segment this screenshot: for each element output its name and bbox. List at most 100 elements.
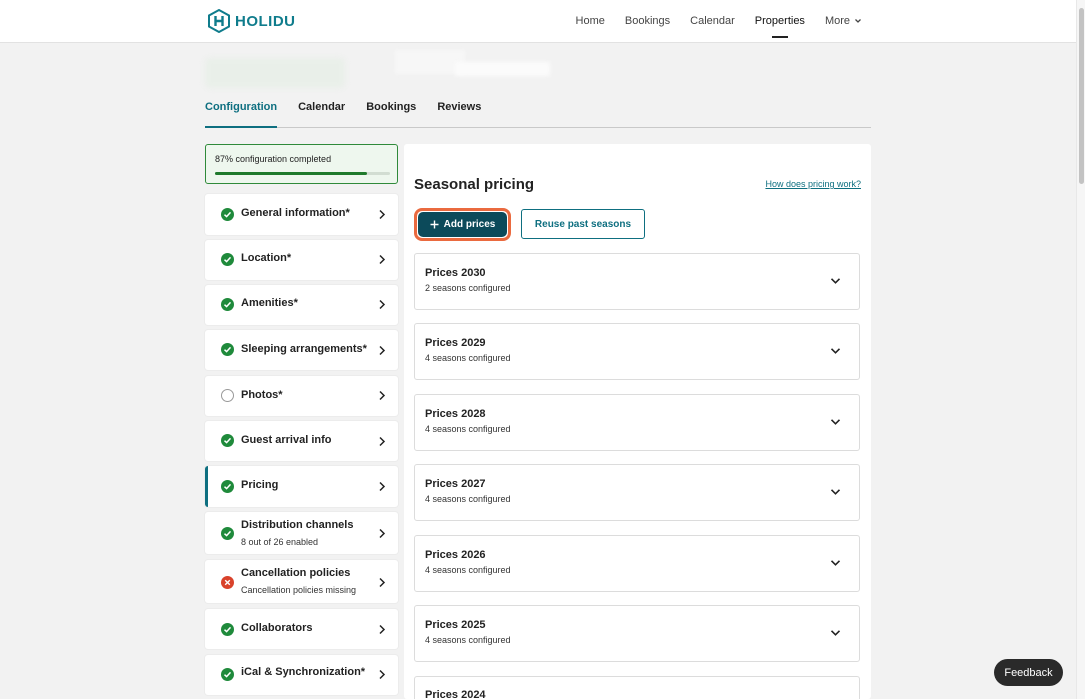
sidebar-item-sublabel: Cancellation policies missing — [241, 585, 357, 595]
year-seasons-count: 4 seasons configured — [425, 635, 511, 645]
year-seasons-count: 4 seasons configured — [425, 424, 511, 434]
sidebar-item-label: Amenities* — [241, 297, 298, 309]
chevron-right-icon — [379, 345, 386, 356]
sidebar-item-photos[interactable]: Photos* — [205, 376, 398, 416]
chevron-right-icon — [379, 528, 386, 539]
check-circle-icon — [221, 253, 234, 266]
sidebar-item-label: Photos* — [241, 389, 283, 401]
chevron-right-icon — [379, 624, 386, 635]
holidu-logo-icon — [208, 9, 230, 33]
chevron-down-icon[interactable] — [830, 559, 841, 567]
prices-year-2028[interactable]: Prices 2028 4 seasons configured — [414, 394, 860, 451]
add-prices-label: Add prices — [443, 219, 496, 230]
prices-year-2029[interactable]: Prices 2029 4 seasons configured — [414, 323, 860, 380]
year-title: Prices 2030 — [425, 267, 486, 279]
sidebar-item-sublabel: 8 out of 26 enabled — [241, 537, 319, 547]
check-circle-icon — [221, 480, 234, 493]
check-circle-icon — [221, 343, 234, 356]
sidebar-item-pricing[interactable]: Pricing — [205, 466, 398, 507]
sidebar-item-location[interactable]: Location* — [205, 240, 398, 280]
top-navigation: HOLIDU Home Bookings Calendar Properties… — [0, 0, 1076, 43]
prices-year-2024[interactable]: Prices 2024 — [414, 676, 860, 699]
scrollbar-thumb[interactable] — [1079, 8, 1084, 184]
check-circle-icon — [221, 527, 234, 540]
chevron-right-icon — [379, 436, 386, 447]
tab-calendar[interactable]: Calendar — [298, 97, 345, 127]
sidebar-item-sleeping-arrangements[interactable]: Sleeping arrangements* — [205, 330, 398, 370]
check-circle-icon — [221, 208, 234, 221]
prices-year-2026[interactable]: Prices 2026 4 seasons configured — [414, 535, 860, 592]
error-circle-icon — [221, 576, 234, 589]
check-circle-icon — [221, 623, 234, 636]
chevron-right-icon — [379, 577, 386, 588]
tab-reviews[interactable]: Reviews — [437, 97, 481, 127]
year-title: Prices 2025 — [425, 619, 486, 631]
nav-home[interactable]: Home — [576, 15, 605, 27]
feedback-button[interactable]: Feedback — [994, 659, 1063, 686]
sidebar-item-label: Sleeping arrangements* — [241, 343, 367, 355]
sidebar-item-label: Location* — [241, 252, 292, 264]
main-nav: Home Bookings Calendar Properties More — [576, 0, 862, 42]
chevron-right-icon — [379, 481, 386, 492]
prices-year-2027[interactable]: Prices 2027 4 seasons configured — [414, 464, 860, 521]
property-tabs: Configuration Calendar Bookings Reviews — [205, 97, 871, 128]
chevron-right-icon — [379, 254, 386, 265]
tab-bookings[interactable]: Bookings — [366, 97, 416, 127]
seasonal-pricing-panel: Seasonal pricing How does pricing work? … — [404, 144, 871, 699]
sidebar-item-collaborators[interactable]: Collaborators — [205, 609, 398, 649]
year-title: Prices 2026 — [425, 549, 486, 561]
nav-more[interactable]: More — [825, 15, 862, 27]
check-circle-icon — [221, 298, 234, 311]
add-prices-button[interactable]: Add prices — [414, 208, 511, 241]
nav-calendar[interactable]: Calendar — [690, 15, 735, 27]
nav-bookings[interactable]: Bookings — [625, 15, 670, 27]
sidebar-item-label: Distribution channels — [241, 519, 354, 531]
progress-fill — [215, 172, 368, 175]
chevron-right-icon — [379, 209, 386, 220]
sidebar-item-label: Collaborators — [241, 622, 313, 634]
plus-icon — [430, 220, 439, 229]
empty-circle-icon — [221, 389, 234, 402]
year-seasons-count: 4 seasons configured — [425, 494, 511, 504]
progress-label: 87% configuration completed — [215, 154, 332, 164]
sidebar-item-label: Cancellation policies — [241, 567, 351, 579]
redacted-block — [205, 58, 345, 88]
check-circle-icon — [221, 434, 234, 447]
sidebar-item-cancellation-policies[interactable]: Cancellation policies Cancellation polic… — [205, 560, 398, 603]
sidebar-item-label: General information* — [241, 207, 350, 219]
nav-properties[interactable]: Properties — [755, 15, 805, 38]
chevron-down-icon — [855, 19, 861, 23]
chevron-down-icon[interactable] — [830, 418, 841, 426]
chevron-down-icon[interactable] — [830, 277, 841, 285]
chevron-down-icon[interactable] — [830, 488, 841, 496]
year-title: Prices 2027 — [425, 478, 486, 490]
reuse-past-seasons-button[interactable]: Reuse past seasons — [521, 209, 645, 239]
brand-name: HOLIDU — [235, 12, 296, 30]
redacted-block — [455, 62, 550, 76]
sidebar-item-ical-synchronization[interactable]: iCal & Synchronization* — [205, 655, 398, 695]
prices-year-2025[interactable]: Prices 2025 4 seasons configured — [414, 605, 860, 662]
year-seasons-count: 4 seasons configured — [425, 353, 511, 363]
chevron-down-icon[interactable] — [830, 347, 841, 355]
check-circle-icon — [221, 668, 234, 681]
chevron-right-icon — [379, 299, 386, 310]
page-scrollbar[interactable] — [1076, 0, 1085, 699]
sidebar-item-general-information[interactable]: General information* — [205, 194, 398, 235]
pricing-help-link[interactable]: How does pricing work? — [765, 179, 861, 189]
year-title: Prices 2028 — [425, 408, 486, 420]
page-title: Seasonal pricing — [414, 176, 535, 193]
sidebar-item-distribution-channels[interactable]: Distribution channels 8 out of 26 enable… — [205, 512, 398, 554]
year-title: Prices 2024 — [425, 689, 486, 699]
prices-year-2030[interactable]: Prices 2030 2 seasons configured — [414, 253, 860, 310]
year-title: Prices 2029 — [425, 337, 486, 349]
tab-configuration[interactable]: Configuration — [205, 97, 278, 128]
sidebar-item-amenities[interactable]: Amenities* — [205, 285, 398, 325]
chevron-right-icon — [379, 390, 386, 401]
progress-bar — [215, 172, 390, 175]
configuration-progress: 87% configuration completed — [205, 144, 398, 184]
chevron-down-icon[interactable] — [830, 629, 841, 637]
sidebar-item-guest-arrival-info[interactable]: Guest arrival info — [205, 421, 398, 461]
property-header-redacted — [200, 50, 560, 90]
logo[interactable]: HOLIDU — [208, 9, 296, 33]
sidebar-item-label: Pricing — [241, 479, 279, 491]
